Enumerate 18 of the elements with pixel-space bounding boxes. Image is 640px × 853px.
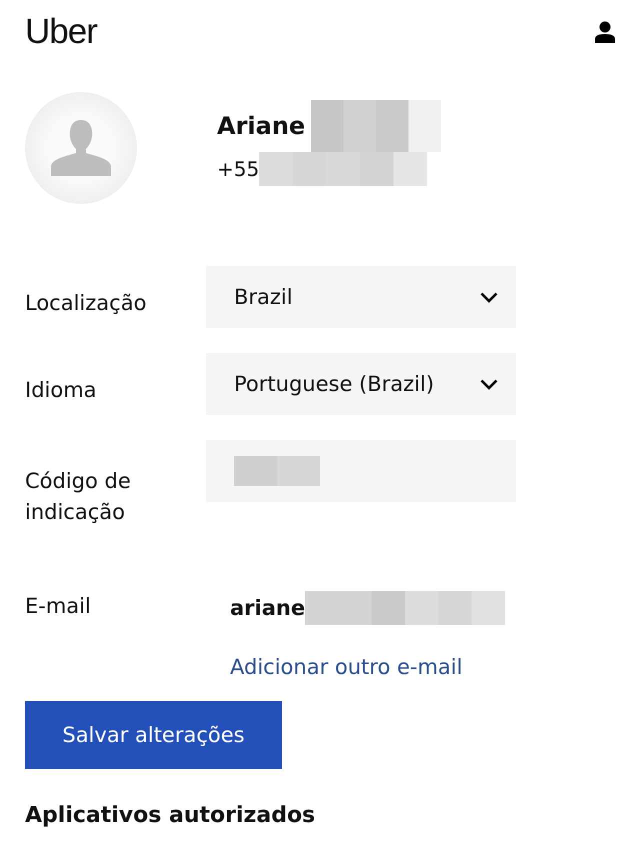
chevron-down-icon [480, 378, 498, 390]
add-email-link[interactable]: Adicionar outro e-mail [230, 655, 506, 679]
account-icon[interactable] [595, 21, 615, 43]
input-field[interactable] [206, 440, 516, 502]
chevron-down-icon [480, 292, 498, 302]
field-label: Código de indicação [25, 468, 132, 526]
field-label: Localização [25, 290, 148, 317]
phone-number: +55 [217, 157, 260, 181]
dropdown[interactable]: Brazil [206, 266, 516, 328]
field-label: E-mail [25, 593, 92, 620]
uber-logo: Uber [25, 12, 97, 52]
user-name: Ariane [217, 112, 306, 140]
save-button[interactable]: Salvar alterações [25, 701, 282, 769]
dropdown[interactable]: Portuguese (Brazil) [206, 353, 516, 415]
person-icon [49, 120, 113, 176]
email-address: ariane [230, 596, 306, 620]
field-label: Idioma [25, 377, 98, 404]
section-title: Aplicativos autorizados [25, 803, 316, 828]
